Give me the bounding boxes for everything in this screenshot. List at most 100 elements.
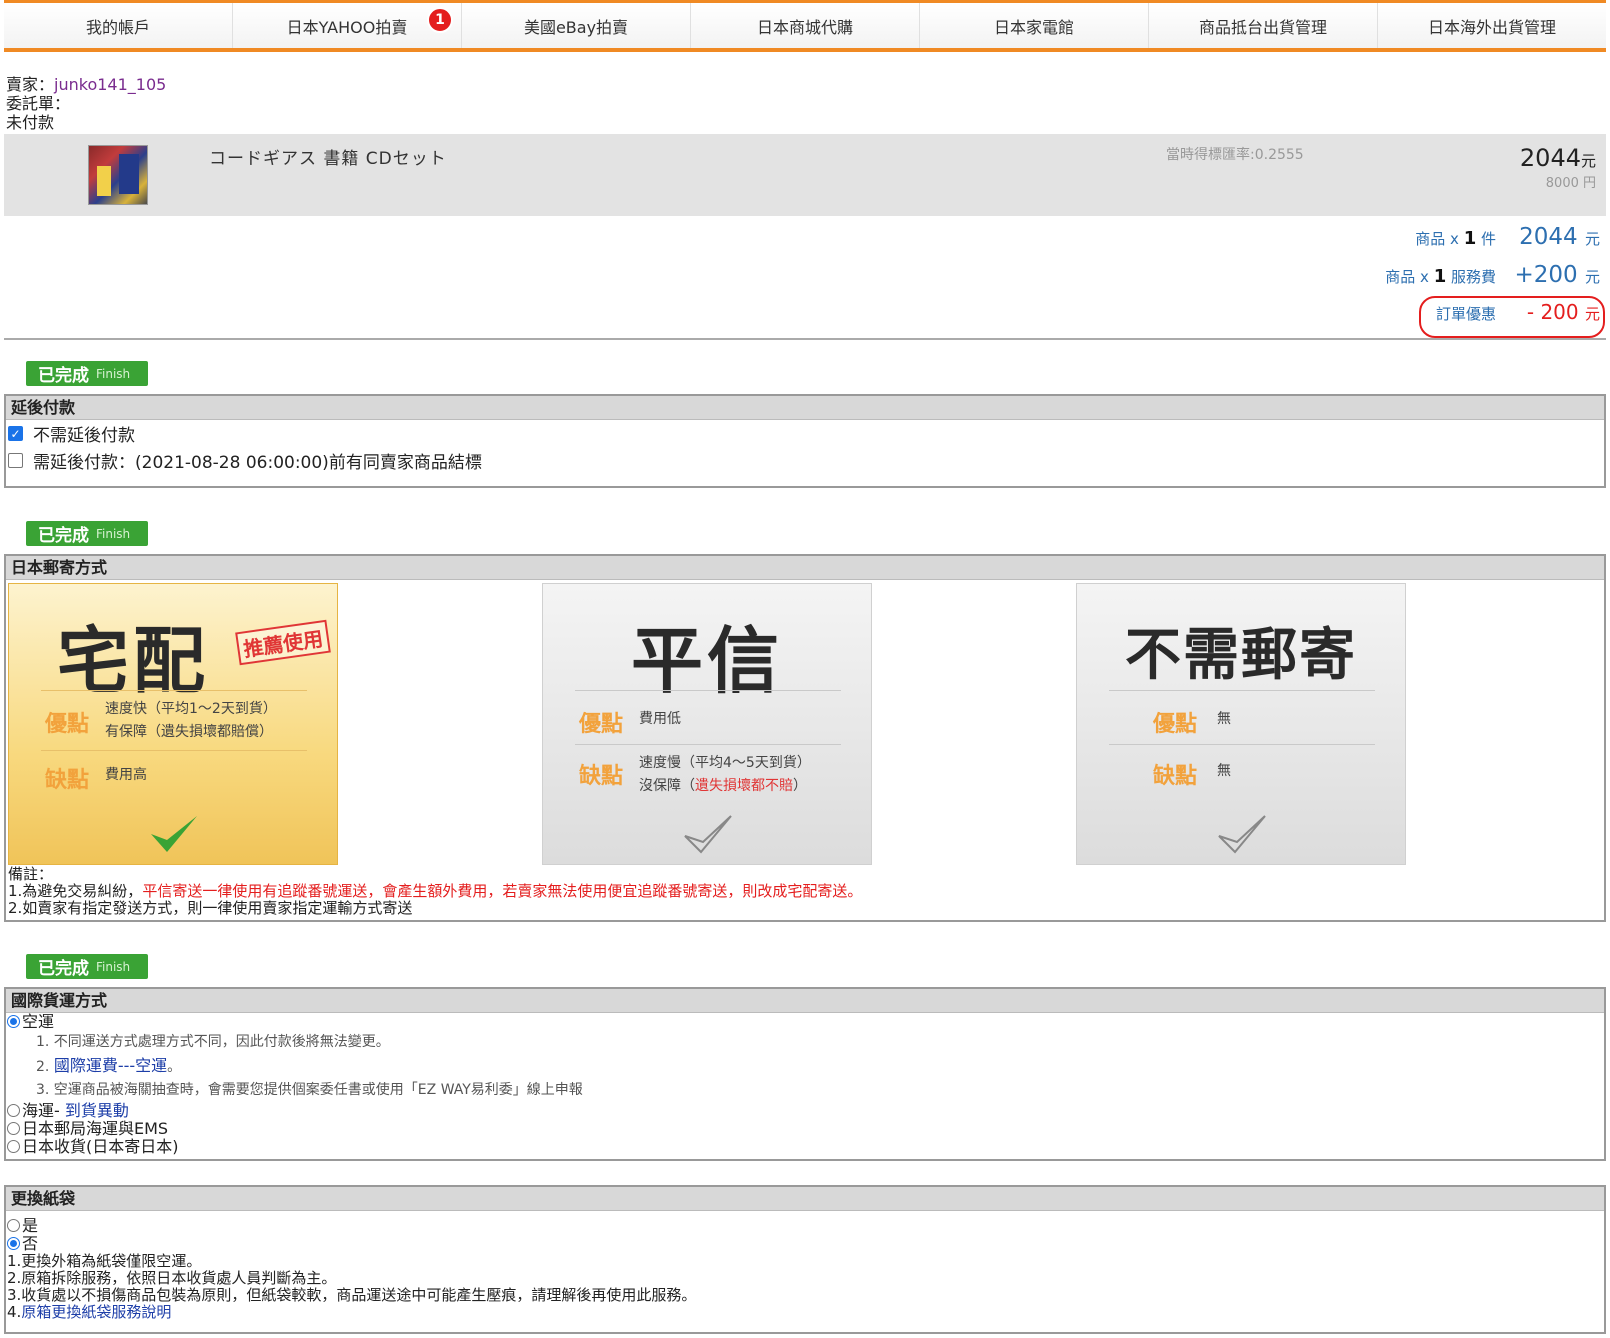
deferred-payment-section: 延後付款 ✓ 不需延後付款 需延後付款：(2021-08-28 06:00:00)…	[4, 394, 1606, 488]
card-title: 平信	[630, 619, 783, 703]
shipping-card-home-delivery[interactable]: 宅配 推薦使用 優點 速度快（平均1～2天到貨） 有保障（遺失損壞都賠償） 缺點 …	[8, 583, 338, 865]
nav-tw-shipping[interactable]: 商品抵台出貨管理	[1149, 3, 1378, 48]
checkmark-unselected-icon	[1218, 815, 1266, 854]
cons-label: 缺點	[45, 768, 90, 793]
defer-option[interactable]: 需延後付款：(2021-08-28 06:00:00)前有同賣家商品結標	[6, 447, 1604, 474]
nav-yahoo-auction[interactable]: 日本YAHOO拍賣 1	[233, 3, 462, 48]
section-title: 延後付款	[6, 396, 1604, 420]
air-rate-link[interactable]: 國際運費---空運	[54, 1056, 167, 1075]
bag-yes-option[interactable]: 是	[6, 1217, 1604, 1235]
items-value: 2044 元	[1519, 224, 1600, 250]
nav-my-account[interactable]: 我的帳戶	[4, 3, 233, 48]
intl-shipping-section: 國際貨運方式 空運 1. 不同運送方式處理方式不同，因此付款後將無法變更。 2.…	[4, 987, 1606, 1161]
nav-jp-mall[interactable]: 日本商城代購	[691, 3, 920, 48]
product-name[interactable]: コードギアス 書籍 CDセット	[209, 144, 447, 169]
option-label: 需延後付款：(2021-08-28 06:00:00)前有同賣家商品結標	[33, 453, 482, 473]
checkbox-checked[interactable]: ✓	[8, 426, 23, 441]
sea-option[interactable]: 海運- 到貨異動	[6, 1102, 1604, 1120]
service-fee-row: 商品 x 1 服務費 +200 元	[1340, 262, 1600, 300]
radio[interactable]	[7, 1122, 20, 1135]
product-thumbnail[interactable]	[88, 145, 148, 205]
pros-text: 無	[1217, 711, 1231, 727]
top-nav: 我的帳戶 日本YAHOO拍賣 1 美國eBay拍賣 日本商城代購 日本家電館 商品…	[4, 0, 1606, 52]
shipping-card-regular-mail[interactable]: 平信 優點 費用低 缺點 速度慢（平均4～5天到貨） 沒保障（遺失損壞都不賠）	[542, 583, 872, 865]
nav-ebay-auction[interactable]: 美國eBay拍賣	[462, 3, 691, 48]
cons-label: 缺點	[1153, 764, 1198, 789]
nav-label: 日本海外出貨管理	[1427, 17, 1556, 37]
air-note-3: 3. 空運商品被海關抽查時，會需要您提供個案委任書或使用「EZ WAY易利委」線…	[36, 1082, 583, 1098]
checkbox[interactable]	[8, 453, 23, 468]
radio-selected[interactable]	[7, 1237, 20, 1250]
divider	[41, 690, 307, 691]
air-note-2: 2. 國際運費---空運。	[36, 1056, 182, 1075]
divider	[1109, 744, 1375, 745]
nav-label: 日本家電館	[993, 17, 1074, 37]
payment-status: 未付款	[6, 113, 55, 132]
bag-notes: 1.更換外箱為紙袋僅限空運。 2.原箱拆除服務，依照日本收貨處人員判斷為主。 3…	[7, 1252, 697, 1321]
items-total-row: 商品 x 1 件 2044 元	[1340, 224, 1600, 262]
option-label: 不需延後付款	[33, 426, 135, 446]
divider	[1109, 690, 1375, 691]
shipping-notes: 備註： 1.為避免交易糾紛，平信寄送一律使用有追蹤番號運送，會產生額外費用，若賣…	[8, 865, 863, 917]
air-option[interactable]: 空運	[6, 1013, 1604, 1031]
nav-label: 日本商城代購	[756, 17, 853, 37]
radio[interactable]	[7, 1104, 20, 1117]
section-title: 日本郵寄方式	[6, 556, 1604, 580]
finish-badge: 已完成 Finish	[26, 521, 148, 546]
price-jpy: 8000 円	[1545, 176, 1596, 191]
bag-service-link[interactable]: 原箱更換紙袋服務說明	[21, 1303, 171, 1321]
no-defer-option[interactable]: ✓ 不需延後付款	[6, 420, 1604, 447]
radio[interactable]	[7, 1219, 20, 1232]
paper-bag-section: 更換紙袋 是 否 1.更換外箱為紙袋僅限空運。 2.原箱拆除服務，依照日本收貨處…	[4, 1185, 1606, 1334]
product-price: 2044元 8000 円	[1520, 144, 1596, 191]
cons-label: 缺點	[579, 764, 624, 789]
section-title: 國際貨運方式	[6, 989, 1604, 1013]
product-row: コードギアス 書籍 CDセット 當時得標匯率:0.2555 2044元 8000…	[4, 134, 1606, 216]
divider	[575, 690, 841, 691]
seller-info: 賣家：junko141_105 委託單： 未付款	[6, 75, 166, 132]
discount-highlight-circle	[1419, 296, 1605, 338]
pros-text: 費用低	[639, 711, 681, 727]
divider	[41, 750, 307, 751]
shipping-card-no-shipping[interactable]: 不需郵寄 優點 無 缺點 無	[1076, 583, 1406, 865]
price-rmb: 2044	[1519, 144, 1581, 172]
finish-badge: 已完成 Finish	[26, 361, 148, 386]
pros-label: 優點	[1153, 712, 1198, 737]
consign-label: 委託單：	[6, 94, 71, 113]
pros-label: 優點	[579, 712, 624, 737]
exchange-rate: 當時得標匯率:0.2555	[1166, 147, 1304, 163]
radio-selected[interactable]	[7, 1015, 20, 1028]
nav-overseas-shipping[interactable]: 日本海外出貨管理	[1378, 3, 1606, 48]
cons-text: 速度慢（平均4～5天到貨） 沒保障（遺失損壞都不賠）	[639, 755, 811, 794]
finish-badge: 已完成 Finish	[26, 954, 148, 979]
service-fee-label: 商品 x 1 服務費	[1385, 266, 1496, 287]
items-label: 商品 x 1 件	[1415, 228, 1496, 249]
section-title: 更換紙袋	[6, 1187, 1604, 1211]
divider	[4, 338, 1606, 340]
radio[interactable]	[7, 1140, 20, 1153]
jp-shipping-section: 日本郵寄方式 宅配 推薦使用 優點 速度快（平均1～2天到貨） 有保障（遺失損壞都…	[4, 554, 1606, 922]
checkmark-selected-icon	[151, 816, 197, 852]
arrival-change-link[interactable]: 到貨異動	[65, 1101, 129, 1120]
nav-label: 美國eBay拍賣	[523, 17, 629, 37]
air-note-1: 1. 不同運送方式處理方式不同，因此付款後將無法變更。	[36, 1034, 390, 1050]
seller-label: 賣家：	[6, 75, 55, 94]
card-title: 不需郵寄	[1125, 623, 1357, 688]
cons-text: 無	[1217, 763, 1231, 779]
nav-label: 商品抵台出貨管理	[1198, 17, 1327, 37]
pros-label: 優點	[45, 712, 90, 737]
cons-text: 費用高	[105, 767, 147, 783]
pros-text: 速度快（平均1～2天到貨） 有保障（遺失損壞都賠償）	[105, 701, 277, 740]
notification-badge: 1	[427, 7, 453, 33]
seller-name[interactable]: junko141_105	[54, 75, 166, 94]
price-unit: 元	[1580, 152, 1596, 170]
nav-label: 我的帳戶	[85, 17, 150, 37]
nav-label: 日本YAHOO拍賣	[286, 17, 408, 37]
jp-receive-option[interactable]: 日本收貨(日本寄日本)	[6, 1138, 1604, 1156]
service-fee-value: +200 元	[1514, 262, 1601, 288]
post-ems-option[interactable]: 日本郵局海運與EMS	[6, 1120, 1604, 1138]
checkmark-unselected-icon	[684, 815, 732, 854]
bag-no-option[interactable]: 否	[6, 1235, 1604, 1253]
nav-jp-appliance[interactable]: 日本家電館	[920, 3, 1149, 48]
divider	[575, 744, 841, 745]
